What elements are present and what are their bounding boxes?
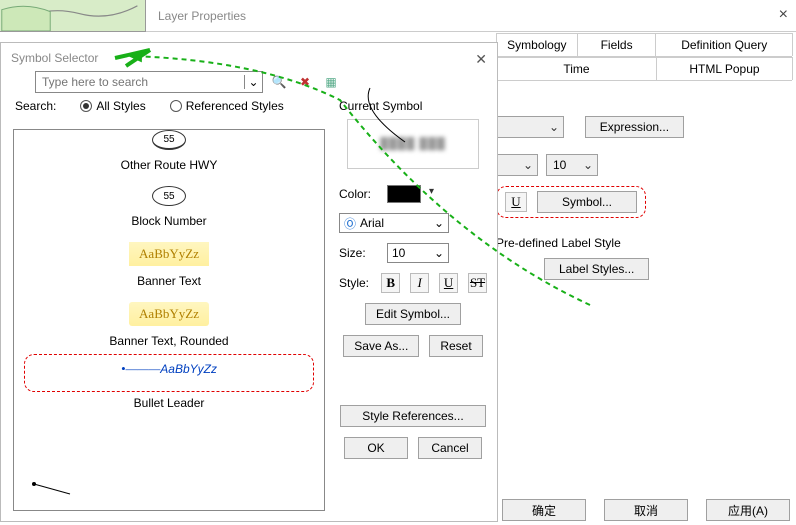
list-item-label: Bullet Leader	[14, 394, 324, 414]
symbol-selector-dialog: Symbol Selector ✕ ⌄ 🔍 ✖ ▦ Search: All St…	[0, 42, 498, 522]
search-icon[interactable]: 🔍	[269, 72, 289, 92]
strike-toggle[interactable]: ST	[468, 273, 487, 293]
symbol-list[interactable]: 55 Other Route HWY 55 Block Number AaBbY…	[13, 129, 325, 511]
color-picker[interactable]	[387, 185, 421, 203]
style-references-button[interactable]: Style References...	[340, 405, 486, 427]
symbol-button[interactable]: Symbol...	[537, 191, 637, 213]
search-field[interactable]	[36, 75, 244, 89]
search-label: Search:	[15, 99, 56, 113]
close-icon[interactable]: ✕	[475, 51, 487, 68]
tab-time[interactable]: Time	[496, 57, 657, 80]
dialog-title: Symbol Selector	[1, 43, 497, 71]
tab-symbology[interactable]: Symbology	[496, 33, 578, 56]
cancel-button[interactable]: 取消	[604, 499, 688, 521]
current-symbol-preview: ████ ███	[347, 119, 479, 169]
color-label: Color:	[339, 187, 377, 201]
field-dropdown[interactable]	[496, 116, 564, 138]
search-dropdown-icon[interactable]: ⌄	[244, 75, 262, 89]
current-symbol-label: Current Symbol	[339, 99, 487, 113]
preview-panel: Current Symbol ████ ███ Color: ⓄArial⌄ S…	[339, 99, 487, 459]
font-icon: Ⓞ	[344, 215, 356, 232]
underline-toggle[interactable]: U	[505, 192, 527, 212]
map-thumbnail	[0, 0, 146, 32]
clear-search-icon[interactable]: ✖	[295, 72, 315, 92]
list-item[interactable]: 55 Other Route HWY	[14, 130, 324, 176]
style-label: Style:	[339, 276, 371, 290]
font-size-dropdown-2[interactable]: 10	[546, 154, 598, 176]
bold-toggle[interactable]: B	[381, 273, 400, 293]
ok-button[interactable]: 确定	[502, 499, 586, 521]
save-as-button[interactable]: Save As...	[343, 335, 419, 357]
list-item[interactable]: AaBbYyZz Banner Text, Rounded	[14, 292, 324, 352]
size-label: Size:	[339, 246, 377, 260]
apply-button[interactable]: 应用(A)	[706, 499, 790, 521]
list-item[interactable]: •———AaBbYyZz	[24, 354, 314, 392]
all-styles-radio[interactable]: All Styles	[80, 99, 145, 113]
labels-panel: Expression... 10 U Symbol... Pre-defined…	[496, 80, 788, 280]
list-item[interactable]: 55 Block Number	[14, 176, 324, 232]
window-titlebar: Layer Properties	[146, 0, 796, 32]
predefined-label: Pre-defined Label Style	[496, 236, 788, 250]
expression-button[interactable]: Expression...	[585, 116, 684, 138]
tab-definition-query[interactable]: Definition Query	[655, 33, 793, 56]
window-title: Layer Properties	[158, 9, 246, 23]
ok-button[interactable]: OK	[344, 437, 408, 459]
cancel-button[interactable]: Cancel	[418, 437, 482, 459]
underline-toggle[interactable]: U	[439, 273, 458, 293]
font-size-dropdown-1[interactable]	[496, 154, 538, 176]
close-icon[interactable]: ×	[779, 6, 788, 24]
tab-fields[interactable]: Fields	[577, 33, 657, 56]
referenced-styles-radio[interactable]: Referenced Styles	[170, 99, 284, 113]
dialog-footer: 确定 取消 应用(A)	[496, 499, 790, 521]
size-input[interactable]: 10⌄	[387, 243, 449, 263]
font-dropdown[interactable]: ⓄArial⌄	[339, 213, 449, 233]
tab-html-popup[interactable]: HTML Popup	[656, 57, 793, 80]
label-styles-button[interactable]: Label Styles...	[544, 258, 649, 280]
tabs: Symbology Fields Definition Query Time H…	[496, 33, 792, 81]
italic-toggle[interactable]: I	[410, 273, 429, 293]
reset-button[interactable]: Reset	[429, 335, 482, 357]
list-item[interactable]: AaBbYyZz Banner Text	[14, 232, 324, 292]
edit-symbol-button[interactable]: Edit Symbol...	[365, 303, 461, 325]
search-input[interactable]: ⌄	[35, 71, 263, 93]
grid-view-icon[interactable]: ▦	[321, 72, 341, 92]
